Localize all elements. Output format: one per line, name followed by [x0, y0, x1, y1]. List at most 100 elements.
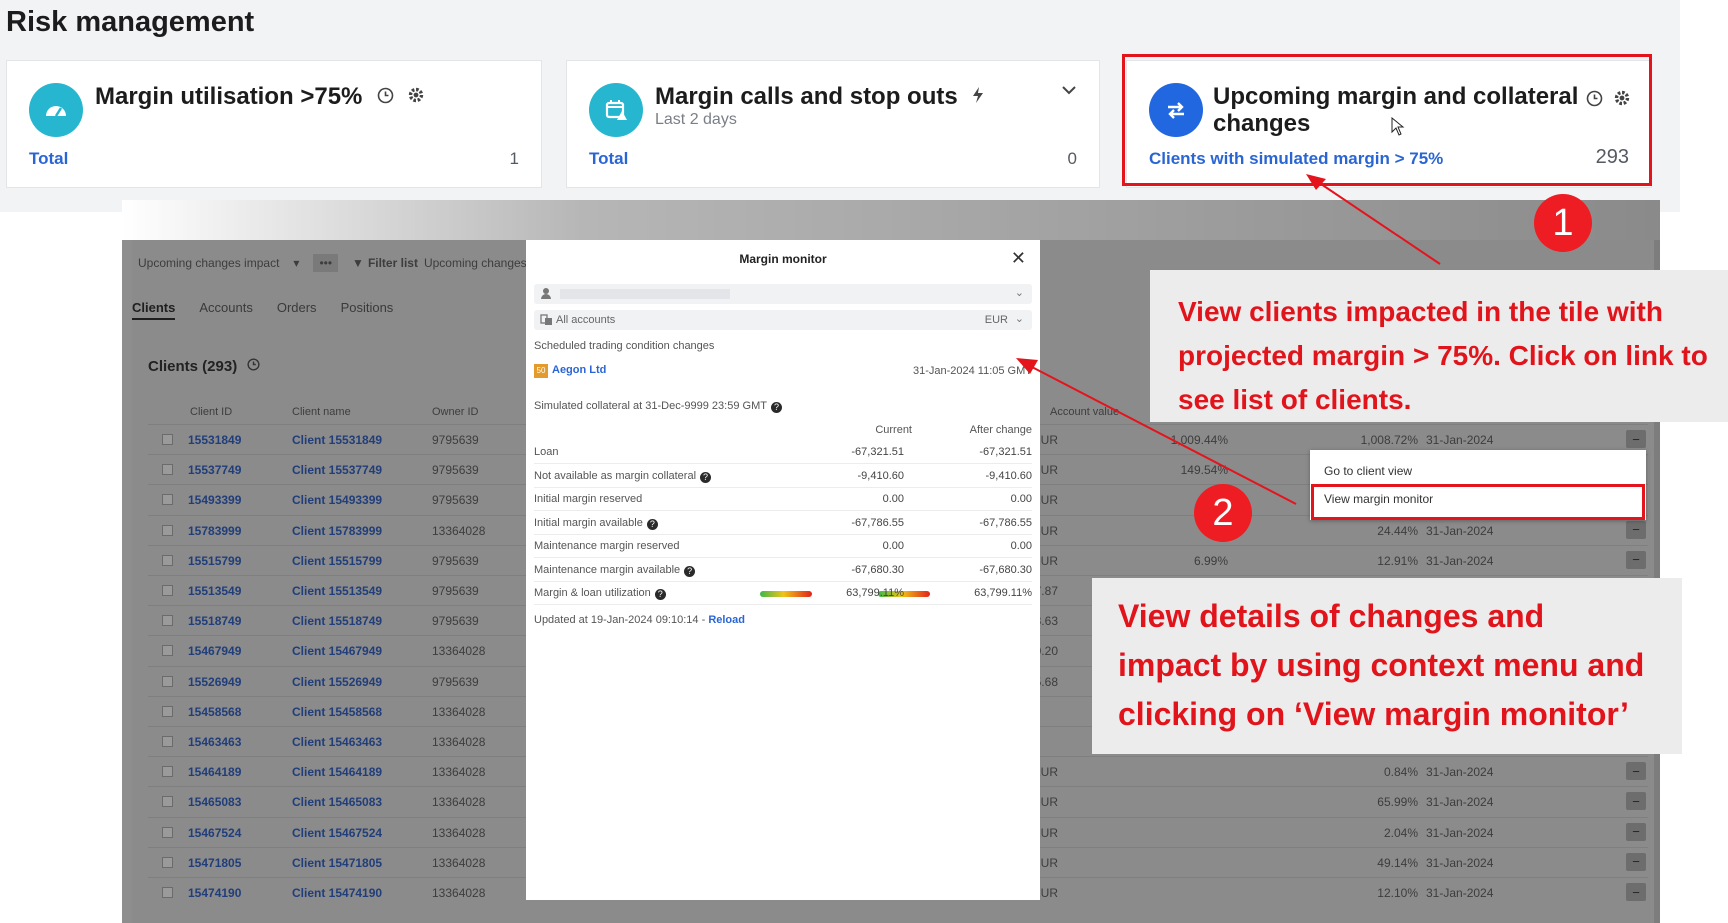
- tab-clients[interactable]: Clients: [132, 300, 176, 320]
- simulated-collateral-label: Simulated collateral at 31-Dec-9999 23:5…: [534, 400, 782, 413]
- row-checkbox[interactable]: [162, 796, 173, 808]
- cell-owner-id: 13364028: [432, 795, 486, 810]
- tile-link-total[interactable]: Total: [29, 149, 68, 169]
- cell-client-id[interactable]: 15467524: [188, 826, 241, 840]
- cell-client-name[interactable]: Client 15783999: [292, 524, 382, 538]
- row-menu-button[interactable]: −: [1626, 822, 1646, 841]
- help-icon[interactable]: ?: [684, 565, 696, 577]
- row-menu-button[interactable]: −: [1626, 852, 1646, 871]
- cell-client-name[interactable]: Client 15465083: [292, 795, 382, 809]
- cell-client-id[interactable]: 15463463: [188, 735, 241, 749]
- row-label: Not available as margin collateral?: [534, 470, 712, 483]
- col-client-id[interactable]: Client ID: [190, 406, 232, 418]
- help-icon[interactable]: ?: [700, 471, 712, 483]
- cell-client-name[interactable]: Client 15526949: [292, 675, 382, 689]
- tile-link-total[interactable]: Total: [589, 149, 628, 169]
- cell-client-id[interactable]: 15531849: [188, 433, 241, 447]
- instrument-link[interactable]: Aegon Ltd: [552, 364, 606, 376]
- row-checkbox[interactable]: [162, 675, 173, 687]
- cell-client-name[interactable]: Client 15515799: [292, 554, 382, 568]
- cell-owner-id: 13364028: [432, 886, 486, 900]
- cell-client-name[interactable]: Client 15467949: [292, 644, 382, 658]
- callout-2: View details of changes and impact by us…: [1092, 578, 1682, 754]
- row-checkbox[interactable]: [162, 524, 173, 536]
- cell-client-name[interactable]: Client 15471805: [292, 856, 382, 870]
- cell-client-name[interactable]: Client 15518749: [292, 614, 382, 628]
- view-select[interactable]: Upcoming changes impact: [138, 256, 279, 270]
- row-menu-button[interactable]: −: [1626, 762, 1646, 781]
- row-checkbox[interactable]: [162, 554, 173, 566]
- more-menu-button[interactable]: •••: [313, 254, 339, 272]
- cell-client-name[interactable]: Client 15531849: [292, 433, 382, 447]
- tab-positions[interactable]: Positions: [341, 300, 394, 320]
- client-select[interactable]: ⌄: [534, 284, 1032, 304]
- cell-pct-after: 2.04%: [1383, 825, 1418, 840]
- row-checkbox[interactable]: [162, 887, 173, 898]
- cell-client-id[interactable]: 15537749: [188, 463, 241, 477]
- row-checkbox[interactable]: [162, 856, 173, 868]
- clock-icon[interactable]: [377, 87, 394, 104]
- screenshot-fade: [122, 200, 1660, 240]
- row-checkbox[interactable]: [162, 615, 173, 627]
- row-menu-button[interactable]: −: [1626, 883, 1646, 901]
- cell-client-name[interactable]: Client 15537749: [292, 463, 382, 477]
- help-icon[interactable]: ?: [646, 518, 658, 530]
- reload-link[interactable]: Reload: [708, 614, 745, 626]
- cell-client-id[interactable]: 15471805: [188, 856, 241, 870]
- cell-client-id[interactable]: 15465083: [188, 795, 241, 809]
- cell-client-name[interactable]: Client 15458568: [292, 705, 382, 719]
- tile-margin-utilisation[interactable]: Margin utilisation >75% Total 1: [6, 60, 542, 188]
- row-checkbox[interactable]: [162, 464, 173, 476]
- row-menu-button[interactable]: −: [1626, 430, 1646, 448]
- tab-orders[interactable]: Orders: [277, 300, 317, 320]
- help-icon[interactable]: ?: [654, 589, 666, 600]
- cell-client-id[interactable]: 15464189: [188, 765, 241, 779]
- row-menu-button[interactable]: −: [1626, 520, 1646, 539]
- cell-client-id[interactable]: 15513549: [188, 584, 241, 598]
- row-checkbox[interactable]: [162, 434, 173, 445]
- row-menu-button[interactable]: −: [1626, 792, 1646, 811]
- cell-client-id[interactable]: 15467949: [188, 644, 241, 658]
- row-checkbox[interactable]: [162, 766, 173, 778]
- cell-client-id[interactable]: 15783999: [188, 524, 241, 538]
- gear-icon[interactable]: [407, 86, 425, 104]
- row-label-text: Maintenance margin reserved: [534, 540, 680, 552]
- cell-client-id[interactable]: 15518749: [188, 614, 241, 628]
- row-checkbox[interactable]: [162, 645, 173, 657]
- tab-accounts[interactable]: Accounts: [199, 300, 252, 320]
- row-checkbox[interactable]: [162, 494, 173, 506]
- help-icon[interactable]: ?: [770, 402, 782, 413]
- cell-client-id[interactable]: 15493399: [188, 493, 241, 507]
- close-icon[interactable]: ✕: [1011, 248, 1026, 269]
- accounts-select[interactable]: All accounts EUR ⌄: [534, 310, 1032, 330]
- tile-margin-calls[interactable]: Margin calls and stop outs Last 2 days T…: [566, 60, 1100, 188]
- col-account-value[interactable]: Account value: [1050, 406, 1119, 418]
- cell-client-id[interactable]: 15526949: [188, 675, 241, 689]
- row-checkbox[interactable]: [162, 736, 173, 747]
- cell-client-name[interactable]: Client 15493399: [292, 493, 382, 507]
- cell-client-name[interactable]: Client 15513549: [292, 584, 382, 598]
- accounts-label: All accounts: [556, 314, 616, 326]
- cell-client-name[interactable]: Client 15464189: [292, 765, 382, 779]
- row-label: Initial margin reserved: [534, 493, 642, 505]
- menu-item-go-to-client-view[interactable]: Go to client view: [1324, 464, 1412, 478]
- cell-client-id[interactable]: 15458568: [188, 705, 241, 719]
- cell-client-name[interactable]: Client 15467524: [292, 826, 382, 840]
- cell-client-id[interactable]: 15515799: [188, 554, 241, 568]
- cell-current: -67,680.30: [851, 563, 904, 576]
- cell-client-id[interactable]: 15474190: [188, 886, 241, 900]
- chevron-down-icon[interactable]: [1061, 85, 1077, 95]
- row-checkbox[interactable]: [162, 826, 173, 838]
- col-owner-id[interactable]: Owner ID: [432, 406, 478, 418]
- gauge-icon: [29, 83, 83, 137]
- user-icon: [540, 287, 552, 300]
- row-menu-button[interactable]: −: [1626, 550, 1646, 569]
- col-client-name[interactable]: Client name: [292, 406, 351, 418]
- row-checkbox[interactable]: [162, 585, 173, 596]
- filter-label[interactable]: Filter list: [368, 256, 418, 270]
- simulated-collateral-text: Simulated collateral at 31-Dec-9999 23:5…: [534, 400, 767, 412]
- filter-icon: ▼: [352, 256, 364, 270]
- cell-client-name[interactable]: Client 15474190: [292, 886, 382, 900]
- cell-client-name[interactable]: Client 15463463: [292, 735, 382, 749]
- row-checkbox[interactable]: [162, 705, 173, 717]
